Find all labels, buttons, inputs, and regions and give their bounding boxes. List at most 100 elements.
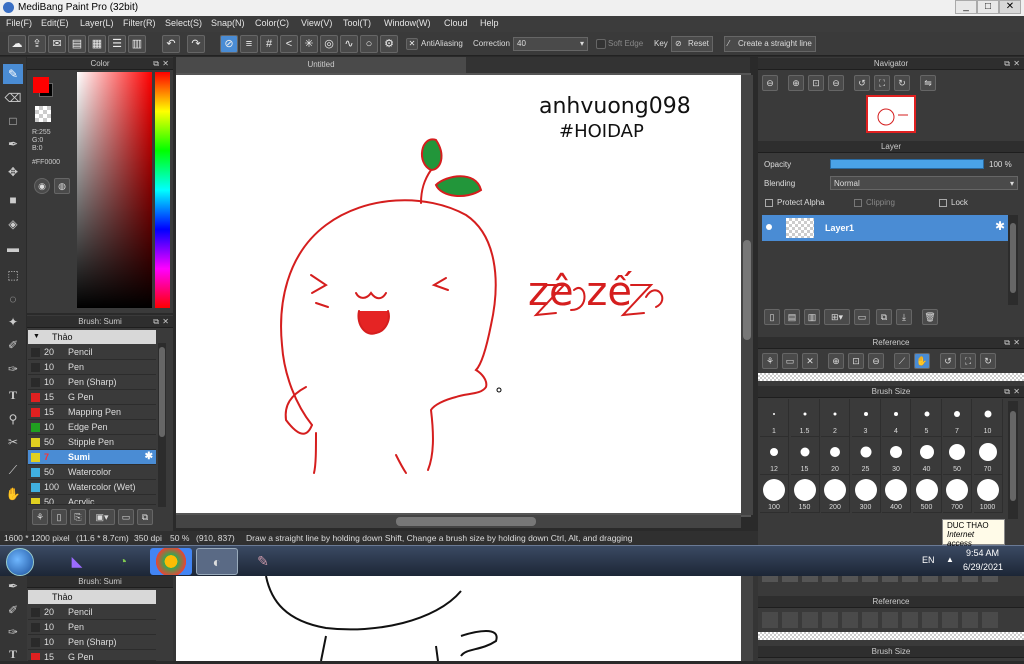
paint-icon[interactable]: ✎ bbox=[242, 548, 284, 575]
fill-shape-icon[interactable]: ■ bbox=[3, 190, 23, 210]
gear-icon[interactable]: ✱ bbox=[145, 451, 153, 462]
ref-open-icon[interactable]: ▭ bbox=[782, 353, 798, 369]
brush-size-option[interactable]: 4 bbox=[882, 399, 911, 437]
rotate-right-icon[interactable]: ↻ bbox=[894, 75, 910, 91]
brush-group-header[interactable]: ▼ Thảo bbox=[28, 330, 156, 344]
menu-edit[interactable]: Edit(E) bbox=[41, 18, 69, 28]
pin-icon[interactable]: ⧉ bbox=[1004, 337, 1010, 349]
fullscreen-icon[interactable]: ⛶ bbox=[874, 75, 890, 91]
transparent-swatch[interactable] bbox=[35, 106, 51, 122]
language-indicator[interactable]: EN bbox=[922, 555, 935, 565]
perspective-snap-icon[interactable]: < bbox=[280, 35, 298, 53]
reset-button[interactable]: ⊘ Reset bbox=[671, 36, 713, 52]
soft-edge-checkbox[interactable] bbox=[596, 39, 606, 49]
medibang-taskbar-icon[interactable]: ◐ bbox=[196, 548, 238, 575]
menu-select[interactable]: Select(S) bbox=[165, 18, 202, 28]
new-8bit-layer-icon[interactable]: ▥ bbox=[804, 309, 820, 325]
brush-size-option[interactable]: 5 bbox=[912, 399, 942, 437]
app-icon-green[interactable]: ◔ bbox=[102, 548, 144, 575]
brush-size-option[interactable]: 10 bbox=[973, 399, 1003, 437]
ref-zoom-in-icon[interactable]: ⊕ bbox=[828, 353, 844, 369]
text-tool-icon[interactable]: T bbox=[3, 385, 23, 405]
menu-view[interactable]: View(V) bbox=[301, 18, 332, 28]
comment-icon[interactable]: ✉ bbox=[48, 35, 66, 53]
pen-tool-icon[interactable]: ✒ bbox=[3, 134, 23, 154]
brush-menu-icon[interactable]: ▣▾ bbox=[89, 509, 115, 525]
brush-size-option[interactable]: 700 bbox=[943, 475, 972, 513]
ref-fullscreen-icon[interactable]: ⛶ bbox=[960, 353, 976, 369]
straight-line-button[interactable]: ⁄ Create a straight line bbox=[724, 36, 816, 52]
zoom-in-icon[interactable]: ⊕ bbox=[788, 75, 804, 91]
menu-filter[interactable]: Filter(R) bbox=[123, 18, 156, 28]
brush-size-option[interactable]: 500 bbox=[912, 475, 942, 513]
brush-new-icon[interactable]: ▯ bbox=[51, 509, 67, 525]
clock-date[interactable]: 6/29/2021 bbox=[963, 562, 1003, 572]
lasso-tool-icon[interactable]: ◌ bbox=[3, 289, 23, 309]
brush-size-option[interactable]: 30 bbox=[882, 437, 911, 475]
visibility-icon[interactable] bbox=[766, 224, 772, 230]
pin-icon[interactable]: ⧉ bbox=[1004, 58, 1010, 70]
brush-copy-icon[interactable]: ⎘ bbox=[70, 509, 86, 525]
brush-folder-icon[interactable]: ▭ bbox=[118, 509, 134, 525]
brush-size-option[interactable]: 70 bbox=[973, 437, 1003, 475]
bucket-tool-icon[interactable]: ◈ bbox=[3, 214, 23, 234]
hand-tool-icon[interactable]: ✋ bbox=[3, 484, 23, 504]
divide-tool-icon[interactable]: ✂ bbox=[3, 432, 23, 452]
brush-size-option[interactable]: 12 bbox=[760, 437, 789, 475]
ellipse-snap-icon[interactable]: ○ bbox=[360, 35, 378, 53]
folder-icon[interactable]: ▭ bbox=[854, 309, 870, 325]
snap-off-icon[interactable]: ⊘ bbox=[220, 35, 238, 53]
ref-zoom-out-icon[interactable]: ⊖ bbox=[868, 353, 884, 369]
curve-snap-icon[interactable]: ∿ bbox=[340, 35, 358, 53]
menu-file[interactable]: File(F) bbox=[6, 18, 32, 28]
menu-layer[interactable]: Layer(L) bbox=[80, 18, 114, 28]
zoom-out-icon[interactable]: ⊖ bbox=[762, 75, 778, 91]
brush-size-option[interactable]: 200 bbox=[821, 475, 850, 513]
brush-size-option[interactable]: 25 bbox=[851, 437, 881, 475]
canvas-vertical-scrollbar[interactable] bbox=[741, 75, 753, 515]
brush-item[interactable]: 15 Mapping Pen bbox=[28, 405, 156, 420]
ref-eyedropper-icon[interactable]: ⟋ bbox=[894, 353, 910, 369]
maximize-button[interactable]: □ bbox=[977, 0, 999, 14]
fit-icon[interactable]: ⊡ bbox=[808, 75, 824, 91]
tray-up-icon[interactable]: ▲ bbox=[946, 555, 954, 564]
brush-size-option[interactable]: 1 bbox=[760, 399, 789, 437]
ref-rotate-right-icon[interactable]: ↻ bbox=[980, 353, 996, 369]
merge-layer-icon[interactable]: ⤓ bbox=[896, 309, 912, 325]
select-tool-icon[interactable]: ⬚ bbox=[3, 265, 23, 285]
pin-icon[interactable]: ⧉ bbox=[153, 316, 159, 328]
ref-close-icon[interactable]: ✕ bbox=[802, 353, 818, 369]
gear-icon[interactable]: ✱ bbox=[995, 219, 1005, 233]
document-icon[interactable]: ▦ bbox=[88, 35, 106, 53]
ref-hand-icon[interactable]: ✋ bbox=[914, 353, 930, 369]
operation-tool-icon[interactable]: ⚲ bbox=[3, 409, 23, 429]
brush-tool-icon[interactable]: ✎ bbox=[3, 64, 23, 84]
list-icon[interactable]: ☰ bbox=[108, 35, 126, 53]
brush-item[interactable]: 10 Pen bbox=[28, 360, 156, 375]
eyedropper-icon[interactable]: ⟋ bbox=[3, 460, 23, 480]
flip-icon[interactable]: ⇋ bbox=[920, 75, 936, 91]
menu-tool[interactable]: Tool(T) bbox=[343, 18, 371, 28]
minimize-button[interactable]: _ bbox=[955, 0, 977, 14]
menu-cloud[interactable]: Cloud bbox=[444, 18, 468, 28]
move-tool-icon[interactable]: ✥ bbox=[3, 162, 23, 182]
radial-snap-icon[interactable]: ✳ bbox=[300, 35, 318, 53]
brush-size-option[interactable]: 1000 bbox=[973, 475, 1003, 513]
brush-item[interactable]: 10 Pen (Sharp) bbox=[28, 375, 156, 390]
correction-select[interactable]: 40 ▾ bbox=[513, 37, 588, 51]
rotate-left-icon[interactable]: ↺ bbox=[854, 75, 870, 91]
color-wheel-icon[interactable]: ◍ bbox=[54, 178, 70, 194]
blending-select[interactable]: Normal ▾ bbox=[830, 176, 1018, 190]
ref-rotate-left-icon[interactable]: ↺ bbox=[940, 353, 956, 369]
new-halftone-layer-icon[interactable]: ▤ bbox=[784, 309, 800, 325]
main-color-swatch[interactable] bbox=[33, 77, 49, 93]
hue-slider[interactable] bbox=[155, 72, 170, 308]
zoom-minus-icon[interactable]: ⊖ bbox=[828, 75, 844, 91]
undo-icon[interactable]: ↶ bbox=[162, 35, 180, 53]
antialias-checkbox[interactable]: ✕ bbox=[406, 38, 418, 50]
close-icon[interactable]: ✕ bbox=[162, 58, 169, 70]
visual-studio-icon[interactable]: ◣ bbox=[56, 548, 98, 575]
brush-item[interactable]: 20 Pencil bbox=[28, 345, 156, 360]
dot-tool-icon[interactable]: □ bbox=[3, 111, 23, 131]
share-icon[interactable]: ⇪ bbox=[28, 35, 46, 53]
